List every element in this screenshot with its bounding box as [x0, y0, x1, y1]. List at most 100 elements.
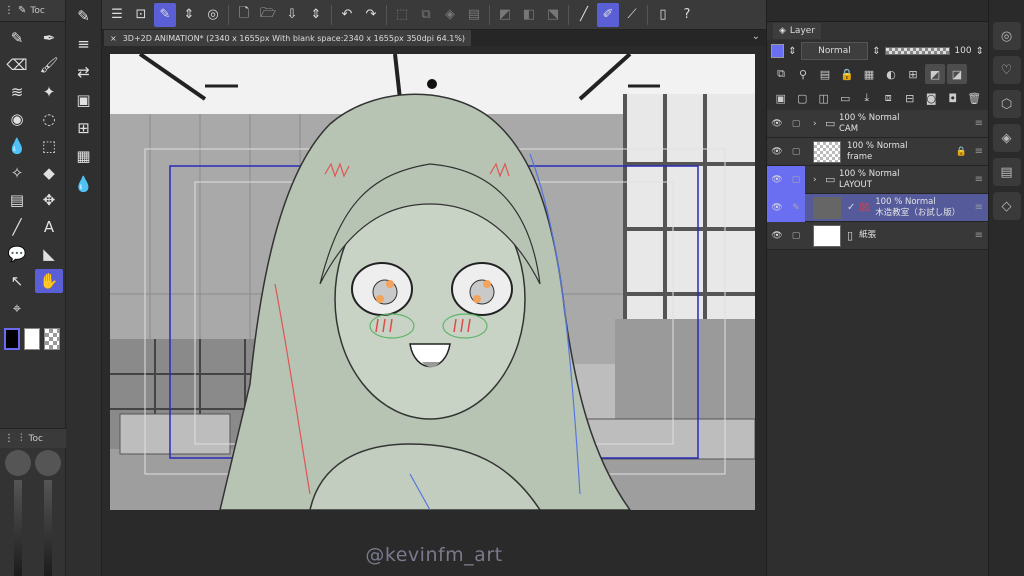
ruler-layer-icon[interactable]: ⊞ — [903, 64, 923, 84]
mask-add-icon[interactable]: ◙ — [922, 88, 942, 108]
stepper-icon[interactable]: ⇕ — [178, 3, 200, 27]
vector-icon[interactable]: ⟋ — [621, 3, 643, 27]
brush-icon[interactable]: 🖌 — [35, 53, 63, 77]
layer-status-box[interactable]: ▢ — [787, 138, 805, 166]
line-icon[interactable]: ╱ — [3, 215, 31, 239]
check-icon[interactable]: ✓ — [847, 202, 855, 213]
ruler-icon[interactable]: ╱ — [573, 3, 595, 27]
sub-tool-3-icon[interactable]: ⇄ — [70, 60, 98, 84]
layer-status-box[interactable]: ▢ — [787, 165, 805, 194]
drag-handle-icon[interactable]: ≡ — [975, 202, 983, 213]
text-icon[interactable]: A — [35, 215, 63, 239]
sub-tool-1-icon[interactable]: ✎ — [70, 4, 98, 28]
magic-wand-icon[interactable]: ✧ — [3, 161, 31, 185]
operation-icon[interactable]: ↖ — [3, 269, 31, 293]
mask-icon[interactable]: ◐ — [881, 64, 901, 84]
layer-color-chip[interactable] — [771, 44, 785, 58]
clear-icon[interactable]: ◩ — [494, 3, 516, 27]
blend-stepper-icon[interactable]: ⇕ — [788, 46, 796, 57]
sub-tool-6-icon[interactable]: ▦ — [70, 144, 98, 168]
gradient-icon[interactable]: ▤ — [3, 188, 31, 212]
move-icon[interactable]: ✥ — [35, 188, 63, 212]
sub-color-swatch[interactable] — [24, 328, 40, 350]
marker-icon[interactable]: ✒ — [35, 26, 63, 50]
brush-size-slider[interactable] — [14, 480, 22, 576]
pen-icon[interactable]: ✎ — [3, 26, 31, 50]
navigator-icon[interactable]: ◎ — [992, 22, 1021, 50]
menu-icon[interactable]: ☰ — [106, 3, 128, 27]
transparent-color-swatch[interactable] — [44, 328, 60, 350]
stepper2-icon[interactable]: ⇕ — [305, 3, 327, 27]
visibility-eye-icon[interactable]: 👁 — [767, 165, 787, 194]
delete-layer-icon[interactable]: 🗑 — [965, 88, 985, 108]
reference-layer-icon[interactable]: ⚲ — [793, 64, 813, 84]
merge-icon[interactable]: ⊟ — [900, 88, 920, 108]
fill-sel-icon[interactable]: ◧ — [518, 3, 540, 27]
chevron-right-icon[interactable]: › — [813, 119, 825, 129]
layer-row[interactable]: 👁 ▢ › ▭ 100 % Normal CAM ≡ — [767, 110, 989, 138]
paste-icon[interactable]: ▤ — [463, 3, 485, 27]
sparkle-icon[interactable]: ✦ — [35, 80, 63, 104]
copy-icon[interactable]: ⧉ — [415, 3, 437, 27]
hand-icon[interactable]: ✋ — [35, 269, 63, 293]
timeline-icon[interactable]: ▤ — [992, 158, 1021, 186]
new-vector-layer-icon[interactable]: ▢ — [793, 88, 813, 108]
deselect-icon[interactable]: ⬚ — [391, 3, 413, 27]
drag-handle-icon[interactable]: ≡ — [975, 146, 983, 157]
blend-icon[interactable]: 💧 — [3, 134, 31, 158]
lasso-icon[interactable]: ◌ — [35, 107, 63, 131]
edit-pen-icon[interactable]: ✎ — [787, 193, 805, 222]
transfer-down-icon[interactable]: ⤓ — [857, 88, 877, 108]
sub-tool-4-icon[interactable]: ▣ — [70, 88, 98, 112]
open-icon[interactable]: 🗁 — [257, 3, 279, 27]
lock-layer-icon[interactable]: 🔒 — [837, 64, 857, 84]
apply-mask-icon[interactable]: ◘ — [943, 88, 963, 108]
sub-tool-5-icon[interactable]: ⊞ — [70, 116, 98, 140]
document-tab[interactable]: × 3D+2D ANIMATION* (2340 x 1655px With b… — [104, 30, 472, 46]
new-raster-layer-icon[interactable]: ▣ — [771, 88, 791, 108]
visibility-eye-icon[interactable]: 👁 — [767, 193, 787, 222]
lock-transparent-icon[interactable]: ▦ — [859, 64, 879, 84]
save-icon[interactable]: ⇩ — [281, 3, 303, 27]
combine-icon[interactable]: ⧈ — [879, 88, 899, 108]
device-icon[interactable]: ▯ — [652, 3, 674, 27]
frame-icon[interactable]: ◣ — [35, 242, 63, 266]
material-icon[interactable]: ⬡ — [992, 90, 1021, 118]
edit-icon[interactable]: ✎ — [154, 2, 176, 27]
chevron-right-icon[interactable]: › — [813, 175, 825, 185]
layer-row[interactable]: 👁 ▢ 100 % Normal frame 🔒 ≡ — [767, 138, 989, 166]
balloon-icon[interactable]: 💬 — [3, 242, 31, 266]
sub-tool-2-icon[interactable]: ≡ — [70, 32, 98, 56]
visibility-eye-icon[interactable]: 👁 — [767, 138, 787, 166]
new-icon[interactable]: 🗋 — [233, 3, 255, 27]
clip-layer-icon[interactable]: ⧉ — [771, 64, 791, 84]
opacity-stepper-icon[interactable]: ⇕ — [976, 46, 984, 57]
brush-opacity-slider[interactable] — [44, 480, 52, 576]
layer-status-box[interactable]: ▢ — [787, 222, 805, 250]
undo-icon[interactable]: ↶ — [336, 3, 358, 27]
visibility-eye-icon[interactable]: 👁 — [767, 222, 787, 250]
drawing-canvas[interactable] — [110, 54, 755, 510]
airbrush-icon[interactable]: ≋ — [3, 80, 31, 104]
eyedropper-icon[interactable]: ⌖ — [3, 296, 31, 320]
eraser-icon[interactable]: ⌫ — [3, 53, 31, 77]
new-layer-image-icon[interactable]: ◫ — [814, 88, 834, 108]
layer-row[interactable]: 👁 ▢ ▯ 紙張 ≡ — [767, 222, 989, 250]
new-folder-icon[interactable]: ▭ — [836, 88, 856, 108]
redo-icon[interactable]: ↷ — [360, 3, 382, 27]
brush-size-knob[interactable] — [5, 450, 31, 476]
palette-color-icon[interactable]: ◩ — [925, 64, 945, 84]
draft-layer-icon[interactable]: ▤ — [815, 64, 835, 84]
sub-view-icon[interactable]: ♡ — [992, 56, 1021, 84]
layer-row[interactable]: 👁 ✎ ✓ ☒ 100 % Normal 木造教室（お試し版） ≡ — [767, 193, 989, 222]
mode-icon[interactable]: ◎ — [202, 3, 224, 27]
fill-icon[interactable]: ◉ — [3, 107, 31, 131]
transform-icon[interactable]: ⬔ — [542, 3, 564, 27]
panel-menu-icon[interactable]: ⋮ — [4, 5, 14, 16]
clip-icon[interactable]: ◈ — [439, 3, 461, 27]
canvas-area[interactable]: @kevinfm_art — [102, 46, 766, 576]
blend-mode-select[interactable]: Normal — [800, 42, 869, 60]
opacity-slider[interactable] — [884, 47, 951, 55]
property-icon[interactable]: ◇ — [992, 192, 1021, 220]
brush-opacity-knob[interactable] — [35, 450, 61, 476]
